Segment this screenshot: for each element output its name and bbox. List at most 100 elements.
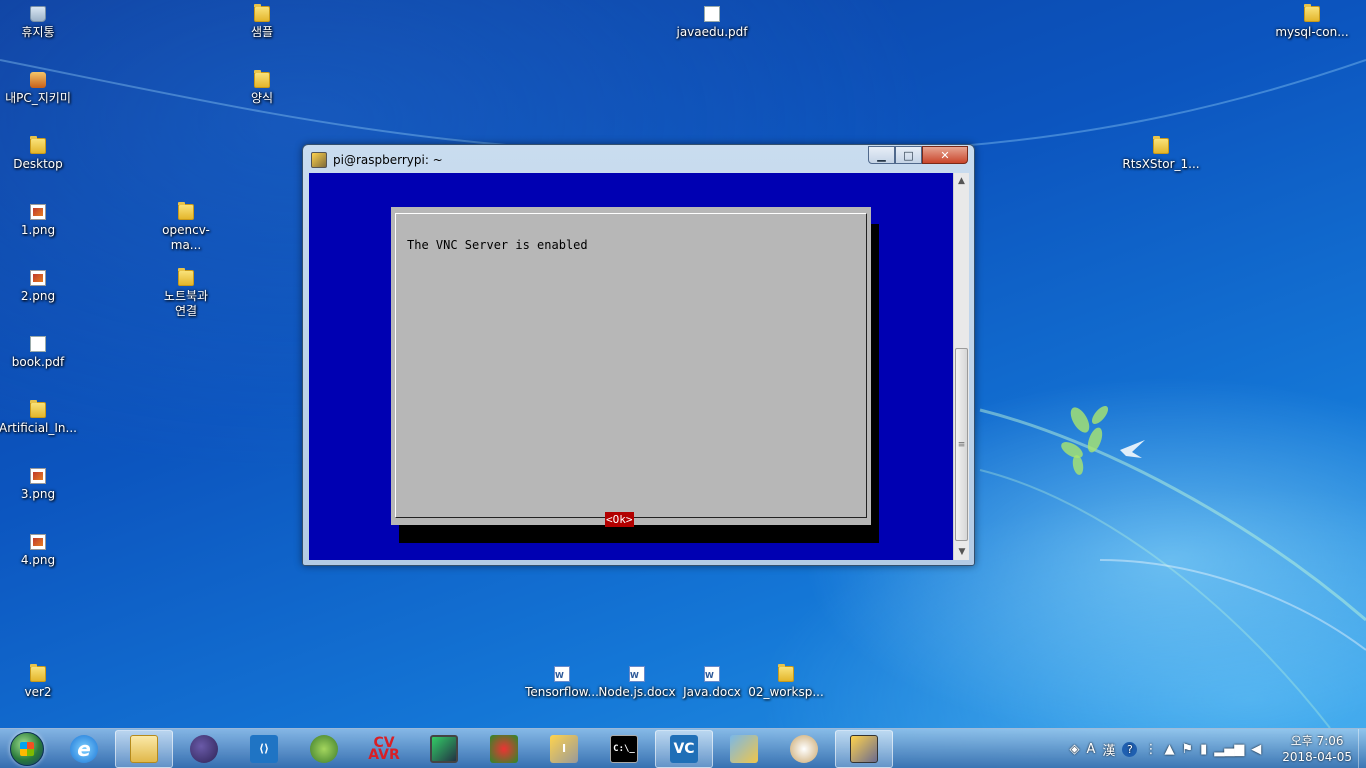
taskbar-command-prompt[interactable]: C:\_ xyxy=(595,730,653,768)
usb-device-icon[interactable]: ▮ xyxy=(1200,742,1207,757)
taskbar-control-panel[interactable] xyxy=(715,730,773,768)
taskbar-vscode[interactable]: ⟨⟩ xyxy=(235,730,293,768)
desktop-icon-notebook[interactable]: 노트북과 연결 xyxy=(148,268,224,319)
folder-icon xyxy=(254,70,270,88)
taskbar-internet-explorer[interactable]: e xyxy=(55,730,113,768)
word-document-icon xyxy=(704,666,720,683)
taskbar-cvavr[interactable]: CV AVR xyxy=(355,730,413,768)
taskbar-tool-app[interactable]: I xyxy=(535,730,593,768)
taskbar-file-explorer[interactable] xyxy=(115,729,173,768)
volume-muted-icon[interactable]: ◀ xyxy=(1251,742,1261,757)
desktop-icon-workspace[interactable]: 02_worksp... xyxy=(748,664,824,700)
leaf-branch-icon xyxy=(1061,405,1109,475)
folder-icon xyxy=(30,136,46,154)
tools-icon: I xyxy=(550,734,578,763)
clock[interactable]: 오후 7:06 2018-04-05 xyxy=(1282,733,1352,765)
taskbar-eclipse[interactable] xyxy=(175,730,233,768)
desktop-icon-trash[interactable]: 휴지통 xyxy=(0,6,76,40)
desktop-icon-ver2[interactable]: ver2 xyxy=(0,664,76,700)
vscode-icon: ⟨⟩ xyxy=(250,734,278,763)
folder-icon xyxy=(130,734,158,763)
folder-icon xyxy=(30,400,46,418)
paint-palette-icon xyxy=(790,734,818,763)
vertical-scrollbar[interactable]: ▲ ≡ ▼ xyxy=(953,173,969,560)
desktop-icon-java[interactable]: Java.docx xyxy=(674,666,750,700)
language-bar-icon[interactable]: ◈ xyxy=(1070,742,1080,757)
control-panel-icon xyxy=(730,734,758,763)
folder-icon xyxy=(30,664,46,682)
help-icon[interactable]: ? xyxy=(1122,741,1138,757)
folder-icon xyxy=(254,4,270,22)
taskbar-putty[interactable] xyxy=(835,729,893,768)
image-file-icon xyxy=(30,468,46,484)
document-file-icon xyxy=(30,336,46,352)
desktop-icon-sample[interactable]: 샘플 xyxy=(224,4,300,40)
taskbar-network-tool[interactable] xyxy=(475,730,533,768)
ok-button[interactable]: <Ok> xyxy=(605,512,634,527)
vnc-viewer-icon: VC xyxy=(670,734,698,763)
putty-icon xyxy=(311,152,327,168)
desktop-icon-artificial[interactable]: Artificial_In... xyxy=(0,400,77,436)
desktop-icon-mysql[interactable]: mysql-con... xyxy=(1274,4,1350,40)
ime-hanja-indicator[interactable]: 漢 xyxy=(1102,740,1115,759)
desktop-icon-pc-guard[interactable]: 내PC_지키미 xyxy=(0,72,76,106)
document-file-icon xyxy=(704,6,720,22)
window-controls: ▁ □ ✕ xyxy=(868,146,968,164)
title-bar[interactable]: pi@raspberrypi: ~ xyxy=(311,151,443,169)
show-desktop-button[interactable] xyxy=(1358,729,1366,768)
minimize-button[interactable]: ▁ xyxy=(868,146,895,164)
image-file-icon xyxy=(30,534,46,550)
putty-window[interactable]: pi@raspberrypi: ~ ▁ □ ✕ The VNC Server i… xyxy=(302,144,975,566)
terminal-area[interactable]: The VNC Server is enabled <Ok> xyxy=(309,173,953,560)
desktop-icon-tensorflow[interactable]: Tensorflow... xyxy=(524,666,600,700)
desktop-icon-1-png[interactable]: 1.png xyxy=(0,204,76,238)
desktop-icon-book-pdf[interactable]: book.pdf xyxy=(0,336,76,370)
network-signal-icon[interactable]: ▂▄▆ xyxy=(1214,742,1244,757)
desktop-icon-javaedu[interactable]: javaedu.pdf xyxy=(674,6,750,40)
desktop-icon-form[interactable]: 양식 xyxy=(224,70,300,106)
image-file-icon xyxy=(30,270,46,286)
desktop-icon-2-png[interactable]: 2.png xyxy=(0,270,76,304)
show-hidden-icons-icon[interactable]: ▲ xyxy=(1164,742,1174,757)
internet-explorer-icon: e xyxy=(70,734,98,763)
dialog-frame xyxy=(395,213,867,518)
cvavr-icon: CV AVR xyxy=(368,734,400,763)
maximize-button[interactable]: □ xyxy=(895,146,922,164)
image-file-icon xyxy=(30,204,46,220)
shield-app-icon xyxy=(30,72,46,88)
taskbar-circuit-designer[interactable] xyxy=(415,730,473,768)
ime-options-icon[interactable]: ⋮ xyxy=(1144,742,1157,757)
circuit-board-icon xyxy=(430,734,458,763)
scroll-thumb[interactable]: ≡ xyxy=(955,348,968,541)
folder-icon xyxy=(778,664,794,682)
desktop-icon-rtsxstor[interactable]: RtsXStor_1... xyxy=(1122,136,1200,172)
word-document-icon xyxy=(554,666,570,683)
command-prompt-icon: C:\_ xyxy=(610,734,638,763)
window-title: pi@raspberrypi: ~ xyxy=(333,153,443,167)
recycle-bin-icon xyxy=(30,6,46,22)
android-studio-icon xyxy=(310,734,338,763)
taskbar-vnc-viewer[interactable]: VC xyxy=(655,729,713,768)
bird-icon xyxy=(1120,440,1145,458)
scroll-down-icon[interactable]: ▼ xyxy=(954,544,970,560)
scroll-up-icon[interactable]: ▲ xyxy=(954,173,969,189)
desktop-icon-opencv[interactable]: opencv-ma... xyxy=(148,202,224,253)
windows-logo-icon xyxy=(10,731,44,766)
taskbar-paint[interactable] xyxy=(775,730,833,768)
action-center-flag-icon[interactable]: ⚑ xyxy=(1181,742,1193,757)
system-tray: ◈ A 漢 ? ⋮ ▲ ⚑ ▮ ▂▄▆ ◀ 오후 7:06 2018-04-05 xyxy=(1070,729,1366,768)
taskbar-android-studio[interactable] xyxy=(295,730,353,768)
desktop-icon-3-png[interactable]: 3.png xyxy=(0,468,76,502)
folder-icon xyxy=(1304,4,1320,22)
desktop-icon-nodejs[interactable]: Node.js.docx xyxy=(598,666,676,700)
close-button[interactable]: ✕ xyxy=(922,146,968,164)
folder-icon xyxy=(1153,136,1169,154)
start-button[interactable] xyxy=(0,729,54,768)
word-document-icon xyxy=(629,666,645,683)
ime-alpha-indicator[interactable]: A xyxy=(1087,742,1096,757)
desktop-icon-4-png[interactable]: 4.png xyxy=(0,534,76,568)
desktop-icon-desktop-folder[interactable]: Desktop xyxy=(0,136,76,172)
clock-date: 2018-04-05 xyxy=(1282,750,1352,764)
taskbar: e ⟨⟩ CV AVR I C:\_ VC ◈ A 漢 ? ⋮ ▲ ⚑ ▮ ▂▄… xyxy=(0,728,1366,768)
clock-time: 오후 7:06 xyxy=(1290,734,1344,748)
